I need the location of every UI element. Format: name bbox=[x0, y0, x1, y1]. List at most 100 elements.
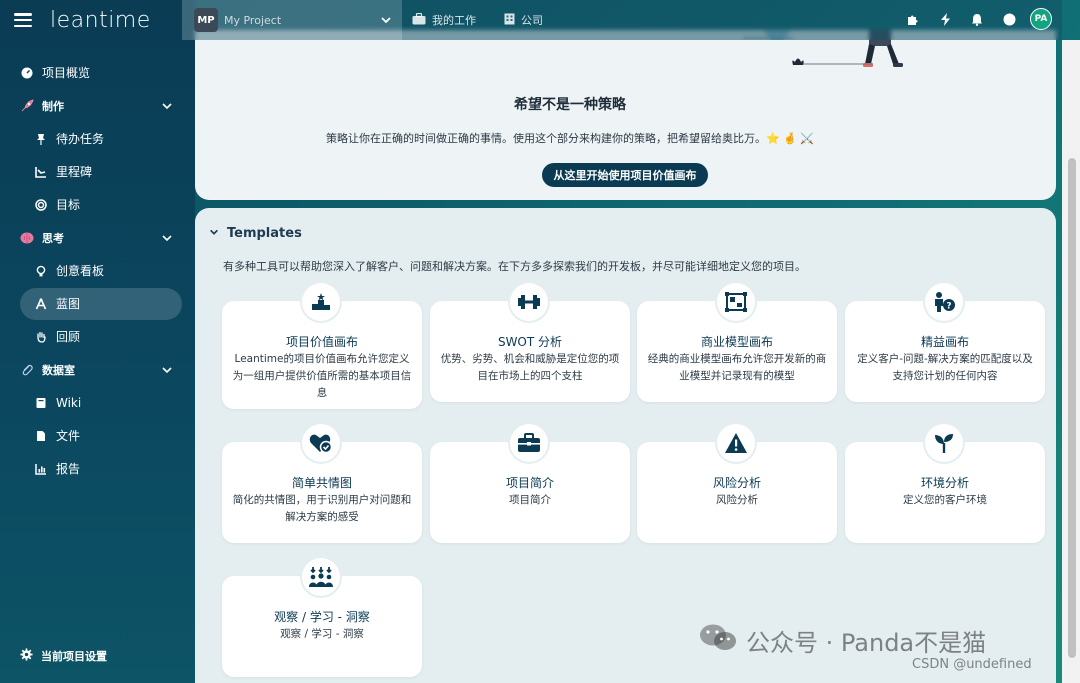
template-card-desc: 经典的商业模型画布允许您开发新的商业模型并记录现有的模型 bbox=[647, 353, 827, 382]
chevron-down-icon[interactable] bbox=[161, 100, 173, 112]
templates-heading: Templates bbox=[227, 226, 302, 241]
template-card-title: 简单共情图 bbox=[291, 476, 352, 490]
brand: leantime bbox=[14, 6, 151, 34]
project-settings-link[interactable]: 当前项目设置 bbox=[20, 648, 107, 664]
template-card-desc: 风险分析 bbox=[716, 494, 758, 506]
sidebar-item-milestones[interactable]: 里程碑 bbox=[0, 155, 195, 188]
book-icon bbox=[34, 396, 48, 410]
sidebar-item-label: 思考 bbox=[42, 231, 64, 245]
template-card-title: SWOT 分析 bbox=[497, 335, 563, 349]
sidebar-item-label: 目标 bbox=[56, 198, 81, 212]
template-card-observe-learn-insights[interactable]: 观察 / 学习 - 洞察 观察 / 学习 - 洞察 bbox=[222, 558, 422, 677]
template-card-environment-analysis[interactable]: 环境分析 定义您的客户环境 bbox=[845, 424, 1045, 543]
sidebar-item-retrospectives[interactable]: 回顾 bbox=[0, 320, 195, 353]
chevron-down-icon bbox=[209, 226, 219, 241]
brain-icon bbox=[20, 231, 34, 245]
template-card-project-brief[interactable]: 项目简介 项目简介 bbox=[430, 424, 630, 543]
compass-icon bbox=[34, 297, 48, 311]
chart-line-icon bbox=[34, 165, 48, 179]
sidebar-item-label: 制作 bbox=[42, 99, 64, 113]
header-actions: PA bbox=[888, 8, 1052, 30]
sidebar-section-data-room[interactable]: 数据室 bbox=[0, 353, 195, 386]
chevron-down-icon[interactable] bbox=[161, 232, 173, 244]
help-icon[interactable] bbox=[1002, 12, 1016, 26]
sidebar-item-label: 数据室 bbox=[42, 363, 75, 377]
template-card-desc: Leantime的项目价值画布允许您定义为一组用户提供价值所需的基本项目信息 bbox=[232, 353, 412, 399]
strategy-description: 策略让你在正确的时间做正确的事情。使用这个部分来构建你的策略，把希望留给奥比万。… bbox=[325, 132, 815, 145]
template-card-title: 精益画布 bbox=[920, 335, 969, 349]
hamburger-menu-icon[interactable] bbox=[14, 13, 32, 27]
seedling-icon bbox=[925, 424, 963, 462]
svg-text:?: ? bbox=[946, 302, 951, 312]
briefcase-icon bbox=[412, 12, 426, 28]
sidebar-item-label: 项目概览 bbox=[42, 66, 91, 80]
template-card-swot[interactable]: SWOT 分析 优势、劣势、机会和威胁是定位您的项目在市场上的四个支柱 bbox=[430, 283, 630, 402]
sidebar-item-project-overview[interactable]: 项目概览 bbox=[0, 56, 195, 89]
sidebar-item-reports[interactable]: 报告 bbox=[0, 452, 195, 485]
company-label: 公司 bbox=[521, 14, 543, 27]
template-card-desc: 项目简介 bbox=[509, 494, 551, 506]
sidebar-item-todos[interactable]: 待办任务 bbox=[0, 122, 195, 155]
briefcase-icon bbox=[510, 424, 548, 462]
settings-label: 当前项目设置 bbox=[41, 650, 107, 663]
bell-icon[interactable] bbox=[970, 12, 984, 26]
gear-icon bbox=[20, 648, 33, 664]
watermark-text: 公众号 · Panda不是猫 bbox=[746, 628, 987, 657]
hand-icon bbox=[34, 330, 48, 344]
sidebar-section-make[interactable]: 制作 bbox=[0, 89, 195, 122]
template-card-lean-canvas[interactable]: ? 精益画布 定义客户-问题-解决方案的匹配度以及支持您计划的任何内容 bbox=[845, 283, 1045, 402]
paperclip-icon bbox=[20, 363, 34, 377]
template-card-title: 风险分析 bbox=[712, 476, 761, 490]
template-card-empathy-map[interactable]: 简单共情图 简化的共情图，用于识别用户对问题和解决方案的感受 bbox=[222, 424, 422, 543]
dumbbell-icon bbox=[510, 283, 548, 321]
my-work-link[interactable]: 我的工作 bbox=[412, 12, 476, 28]
gauge-icon bbox=[20, 66, 34, 80]
lightbulb-icon bbox=[34, 264, 48, 278]
project-switcher[interactable]: MP My Project bbox=[182, 0, 402, 40]
templates-toggle[interactable]: Templates bbox=[209, 226, 302, 241]
template-card-desc: 简化的共情图，用于识别用户对问题和解决方案的感受 bbox=[232, 494, 412, 523]
people-arrows-icon bbox=[302, 558, 340, 596]
bolt-icon[interactable] bbox=[938, 12, 952, 26]
canvas-icon bbox=[717, 283, 755, 321]
sidebar-item-label: 蓝图 bbox=[56, 297, 81, 311]
target-icon bbox=[34, 198, 48, 212]
sidebar-item-blueprints[interactable]: 蓝图 bbox=[0, 287, 195, 320]
sidebar-item-idea-board[interactable]: 创意看板 bbox=[0, 254, 195, 287]
warning-icon bbox=[717, 424, 755, 462]
project-name: My Project bbox=[224, 13, 282, 27]
sidebar-item-label: 里程碑 bbox=[56, 165, 93, 179]
company-link[interactable]: 公司 bbox=[504, 12, 543, 28]
page-scrollbar-thumb[interactable] bbox=[1068, 158, 1076, 658]
sidebar-item-label: 待办任务 bbox=[56, 132, 105, 146]
template-card-title: 商业模型画布 bbox=[700, 335, 773, 349]
person-question-icon: ? bbox=[925, 283, 963, 321]
chevron-down-icon[interactable] bbox=[161, 364, 173, 376]
template-card-desc: 定义您的客户环境 bbox=[903, 494, 987, 506]
my-work-label: 我的工作 bbox=[432, 14, 476, 27]
template-card-desc: 定义客户-问题-解决方案的匹配度以及支持您计划的任何内容 bbox=[857, 353, 1033, 382]
template-card-risk-analysis[interactable]: 风险分析 风险分析 bbox=[637, 424, 837, 543]
sidebar-section-think[interactable]: 思考 bbox=[0, 221, 195, 254]
user-avatar[interactable]: PA bbox=[1030, 8, 1052, 30]
template-card-business-model-canvas[interactable]: 商业模型画布 经典的商业模型画布允许您开发新的商业模型并记录现有的模型 bbox=[637, 283, 837, 402]
puzzle-icon[interactable] bbox=[906, 12, 920, 26]
wechat-icon bbox=[698, 622, 738, 658]
sidebar-item-goals[interactable]: 目标 bbox=[0, 188, 195, 221]
sidebar-item-label: 报告 bbox=[56, 462, 81, 476]
watermark: 公众号 · Panda不是猫 bbox=[698, 622, 986, 658]
template-card-desc: 优势、劣势、机会和威胁是定位您的项目在市场上的四个支柱 bbox=[440, 353, 620, 382]
sidebar-item-files[interactable]: 文件 bbox=[0, 419, 195, 452]
template-card-project-value-canvas[interactable]: 项目价值画布 Leantime的项目价值画布允许您定义为一组用户提供价值所需的基… bbox=[222, 283, 422, 409]
sidebar-item-label: 文件 bbox=[56, 429, 81, 443]
app-logo[interactable]: leantime bbox=[50, 8, 151, 33]
csdn-watermark: CSDN @undefined bbox=[912, 657, 1032, 672]
chevron-down-icon bbox=[381, 17, 391, 24]
person-illustration-icon bbox=[743, 30, 903, 67]
project-badge: MP bbox=[194, 8, 218, 32]
start-project-value-canvas-button[interactable]: 从这里开始使用项目价值画布 bbox=[542, 163, 708, 187]
sidebar-item-label: Wiki bbox=[56, 395, 82, 410]
sidebar-item-wiki[interactable]: Wiki bbox=[0, 386, 195, 419]
templates-panel: Templates 有多种工具可以帮助您深入了解客户、问题和解决方案。在下方多多… bbox=[195, 208, 1056, 683]
building-icon bbox=[504, 13, 515, 28]
